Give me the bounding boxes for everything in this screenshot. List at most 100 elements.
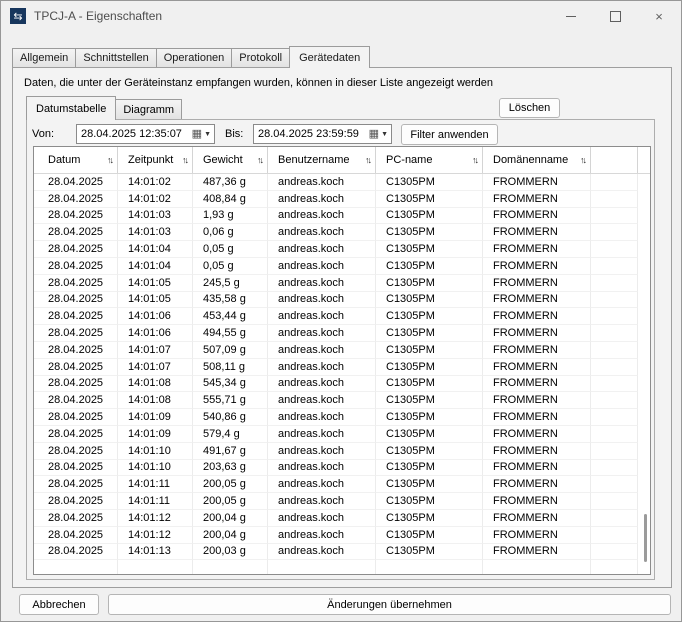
maximize-button[interactable] — [593, 1, 637, 31]
cell-benutzername: andreas.koch — [268, 257, 376, 275]
sort-icon[interactable]: ↑↓ — [105, 155, 114, 165]
table-row[interactable]: 28.04.2025 14:01:03 1,93 g andreas.koch … — [34, 207, 650, 225]
table-row[interactable]: 28.04.2025 14:01:04 0,05 g andreas.koch … — [34, 257, 650, 275]
sort-icon[interactable]: ↑↓ — [180, 155, 189, 165]
cell-zeitpunkt: 14:01:09 — [118, 425, 193, 443]
column-header-gewicht[interactable]: Gewicht ↑↓ — [193, 147, 268, 173]
column-header-datum[interactable]: Datum ↑↓ — [34, 147, 118, 173]
sort-icon[interactable]: ↑↓ — [578, 155, 587, 165]
cell-filler — [591, 459, 638, 477]
table-row[interactable]: 28.04.2025 14:01:07 508,11 g andreas.koc… — [34, 358, 650, 376]
cell-datum: 28.04.2025 — [34, 425, 118, 443]
cell-pc-name: C1305PM — [376, 509, 483, 527]
column-header-pc-name[interactable]: PC-name ↑↓ — [376, 147, 483, 173]
tab-allgemein[interactable]: Allgemein — [12, 48, 77, 67]
datumstabelle-panel: Von: 28.04.2025 12:35:07 ▦ ▼ Bis: 28.04.… — [26, 119, 655, 580]
close-button[interactable]: × — [637, 1, 681, 31]
cell-domaenenname: FROMMERN — [483, 325, 591, 342]
cell-domaenenname: FROMMERN — [483, 392, 591, 410]
table-row[interactable]: 28.04.2025 14:01:10 491,67 g andreas.koc… — [34, 442, 650, 460]
vertical-scrollbar-thumb[interactable] — [644, 514, 647, 562]
column-header-filler — [591, 147, 638, 173]
cell-domaenenname: FROMMERN — [483, 341, 591, 359]
cell-zeitpunkt: 14:01:08 — [118, 392, 193, 410]
table-row[interactable]: 28.04.2025 14:01:12 200,04 g andreas.koc… — [34, 509, 650, 527]
tab-protokoll[interactable]: Protokoll — [231, 48, 291, 67]
table-row[interactable]: 28.04.2025 14:01:02 408,84 g andreas.koc… — [34, 190, 650, 208]
sub-tabstrip: Datumstabelle Diagramm — [26, 96, 183, 120]
table-row[interactable]: 28.04.2025 14:01:11 200,05 g andreas.koc… — [34, 493, 650, 510]
cell-domaenenname: FROMMERN — [483, 207, 591, 225]
cell-gewicht: 0,06 g — [193, 224, 268, 242]
cell-zeitpunkt: 14:01:07 — [118, 341, 193, 359]
table-row[interactable]: 28.04.2025 14:01:09 579,4 g andreas.koch… — [34, 425, 650, 443]
dropdown-arrow-icon[interactable]: ▼ — [204, 131, 211, 138]
tab-operationen[interactable]: Operationen — [155, 48, 233, 67]
table-row[interactable]: 28.04.2025 14:01:13 200,03 g andreas.koc… — [34, 543, 650, 561]
cell-pc-name: C1305PM — [376, 257, 483, 275]
sort-icon[interactable]: ↑↓ — [363, 155, 372, 165]
subtab-diagramm[interactable]: Diagramm — [115, 99, 183, 119]
sort-icon[interactable]: ↑↓ — [470, 155, 479, 165]
loeschen-button[interactable]: Löschen — [499, 98, 560, 118]
tab-schnittstellen[interactable]: Schnittstellen — [75, 48, 157, 67]
sort-icon[interactable]: ↑↓ — [255, 155, 264, 165]
cell-domaenenname: FROMMERN — [483, 308, 591, 326]
table-row[interactable]: 28.04.2025 14:01:07 507,09 g andreas.koc… — [34, 341, 650, 359]
cell-filler — [591, 291, 638, 309]
cell-domaenenname: FROMMERN — [483, 241, 591, 258]
cell-zeitpunkt: 14:01:03 — [118, 224, 193, 242]
cell-gewicht: 453,44 g — [193, 308, 268, 326]
filter-anwenden-button[interactable]: Filter anwenden — [401, 124, 498, 145]
von-datetime-input[interactable]: 28.04.2025 12:35:07 ▦ ▼ — [76, 124, 215, 144]
cell-domaenenname: FROMMERN — [483, 493, 591, 510]
table-row[interactable]: 28.04.2025 14:01:03 0,06 g andreas.koch … — [34, 224, 650, 242]
table-row[interactable]: 28.04.2025 14:01:04 0,05 g andreas.koch … — [34, 241, 650, 258]
cell-benutzername: andreas.koch — [268, 425, 376, 443]
cell-gewicht: 555,71 g — [193, 392, 268, 410]
cell-filler — [591, 308, 638, 326]
calendar-icon: ▦ — [368, 127, 380, 140]
column-header-benutzername[interactable]: Benutzername ↑↓ — [268, 147, 376, 173]
cell-datum: 28.04.2025 — [34, 224, 118, 242]
table-row[interactable]: 28.04.2025 14:01:06 453,44 g andreas.koc… — [34, 308, 650, 326]
abbrechen-button[interactable]: Abbrechen — [19, 594, 99, 615]
table-row[interactable]: 28.04.2025 14:01:09 540,86 g andreas.koc… — [34, 409, 650, 426]
column-header-domaenenname[interactable]: Domänenname ↑↓ — [483, 147, 591, 173]
aenderungen-uebernehmen-button[interactable]: Änderungen übernehmen — [108, 594, 671, 615]
table-row[interactable]: 28.04.2025 14:01:08 545,34 g andreas.koc… — [34, 375, 650, 393]
subtab-datumstabelle[interactable]: Datumstabelle — [26, 96, 117, 120]
cell-gewicht: 0,05 g — [193, 257, 268, 275]
cell-datum: 28.04.2025 — [34, 190, 118, 208]
bis-datetime-input[interactable]: 28.04.2025 23:59:59 ▦ ▼ — [253, 124, 392, 144]
dropdown-arrow-icon[interactable]: ▼ — [381, 131, 388, 138]
cell-zeitpunkt: 14:01:06 — [118, 325, 193, 342]
column-label: Domänenname — [493, 154, 569, 166]
minimize-icon — [566, 15, 576, 17]
table-row[interactable]: 28.04.2025 14:01:06 494,55 g andreas.koc… — [34, 325, 650, 342]
cell-gewicht: 508,11 g — [193, 358, 268, 376]
table-row[interactable]: 28.04.2025 14:01:10 203,63 g andreas.koc… — [34, 459, 650, 477]
cell-domaenenname: FROMMERN — [483, 274, 591, 292]
cell-domaenenname: FROMMERN — [483, 459, 591, 477]
cell-filler — [591, 224, 638, 242]
table-row[interactable]: 28.04.2025 14:01:02 487,36 g andreas.koc… — [34, 174, 650, 191]
cell-filler — [591, 375, 638, 393]
table-row[interactable]: 28.04.2025 14:01:05 435,58 g andreas.koc… — [34, 291, 650, 309]
column-label: Zeitpunkt — [128, 154, 174, 166]
table-row[interactable]: 28.04.2025 14:01:05 245,5 g andreas.koch… — [34, 274, 650, 292]
cell-pc-name: C1305PM — [376, 442, 483, 460]
cell-zeitpunkt: 14:01:11 — [118, 476, 193, 494]
cell-benutzername: andreas.koch — [268, 224, 376, 242]
cell-filler — [591, 526, 638, 544]
column-header-zeitpunkt[interactable]: Zeitpunkt ↑↓ — [118, 147, 193, 173]
tab-geraetedaten[interactable]: Gerätedaten — [289, 46, 371, 68]
minimize-button[interactable] — [549, 1, 593, 31]
column-label: Gewicht — [203, 154, 243, 166]
cell-datum: 28.04.2025 — [34, 493, 118, 510]
table-row[interactable]: 28.04.2025 14:01:12 200,04 g andreas.koc… — [34, 526, 650, 544]
table-row[interactable]: 28.04.2025 14:01:08 555,71 g andreas.koc… — [34, 392, 650, 410]
cell-benutzername: andreas.koch — [268, 409, 376, 426]
cell-gewicht: 200,04 g — [193, 526, 268, 544]
table-row[interactable]: 28.04.2025 14:01:11 200,05 g andreas.koc… — [34, 476, 650, 494]
